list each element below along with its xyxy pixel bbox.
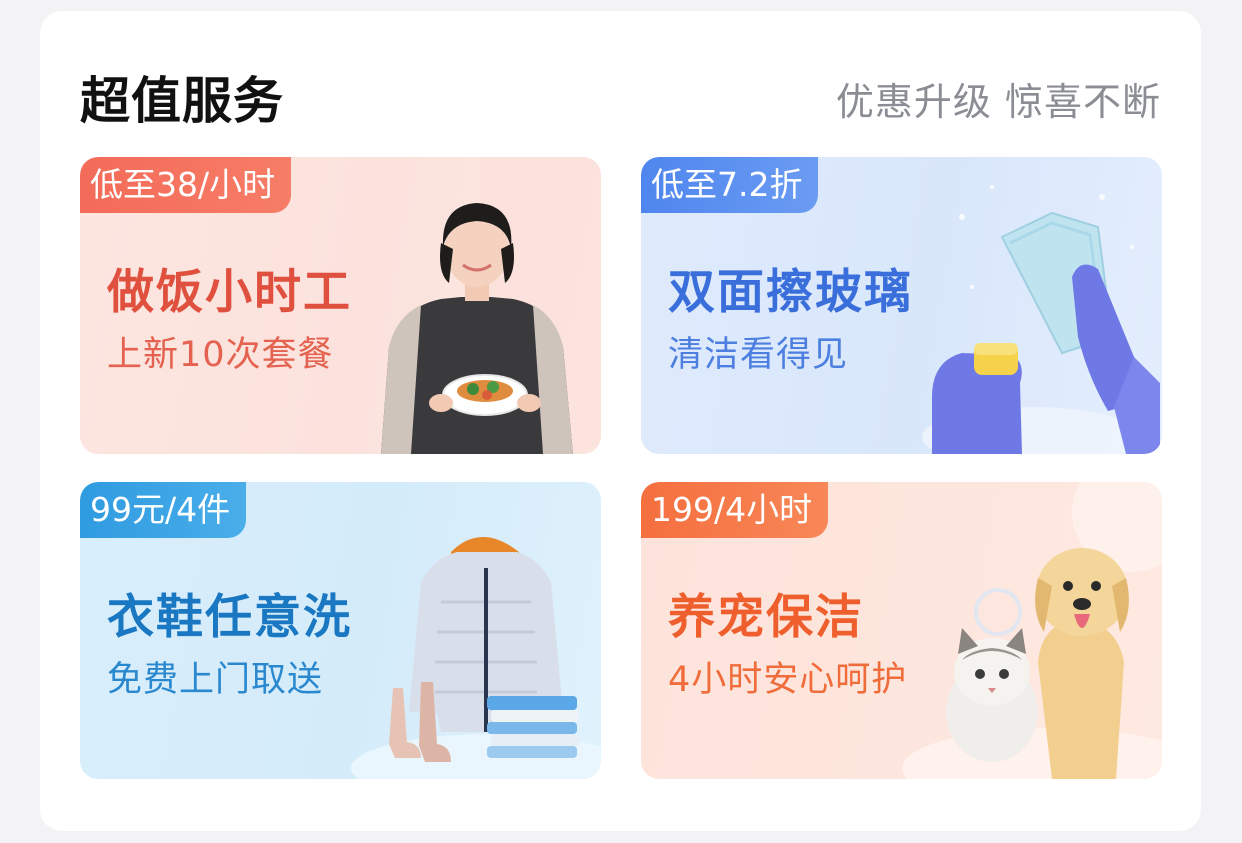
service-title: 养宠保洁 xyxy=(668,590,864,645)
service-title: 做饭小时工 xyxy=(107,265,352,320)
service-subtitle: 清洁看得见 xyxy=(668,335,849,375)
price-badge: 99元/4件 xyxy=(80,482,247,538)
service-tile-cooking[interactable]: 低至38/小时 做饭小时工 上新10次套餐 xyxy=(80,157,601,454)
puppy-kitten-illustration xyxy=(902,482,1162,779)
services-card: 超值服务 优惠升级 惊喜不断 低至38/小时 做饭小时工 上新10次套餐 低至7… xyxy=(40,11,1201,831)
woman-holding-plate-illustration xyxy=(381,157,601,454)
section-title: 超值服务 xyxy=(80,72,284,130)
service-tile-window-cleaning[interactable]: 低至7.2折 双面擦玻璃 清洁看得见 xyxy=(641,157,1162,454)
service-tile-laundry[interactable]: 99元/4件 衣鞋任意洗 免费上门取送 xyxy=(80,482,601,779)
service-title: 双面擦玻璃 xyxy=(668,265,913,320)
price-badge: 低至38/小时 xyxy=(80,157,292,213)
service-title: 衣鞋任意洗 xyxy=(107,590,352,645)
section-subtitle: 优惠升级 惊喜不断 xyxy=(835,80,1161,124)
price-badge: 199/4小时 xyxy=(641,482,829,538)
service-subtitle: 免费上门取送 xyxy=(107,660,324,700)
service-subtitle: 上新10次套餐 xyxy=(107,335,334,375)
gloved-hands-cleaning-illustration xyxy=(922,185,1160,454)
service-tile-pet-care[interactable]: 199/4小时 养宠保洁 4小时安心呵护 xyxy=(641,482,1162,779)
jacket-boots-clothes-illustration xyxy=(351,537,601,779)
price-badge: 低至7.2折 xyxy=(641,157,819,213)
service-subtitle: 4小时安心呵护 xyxy=(668,660,908,700)
